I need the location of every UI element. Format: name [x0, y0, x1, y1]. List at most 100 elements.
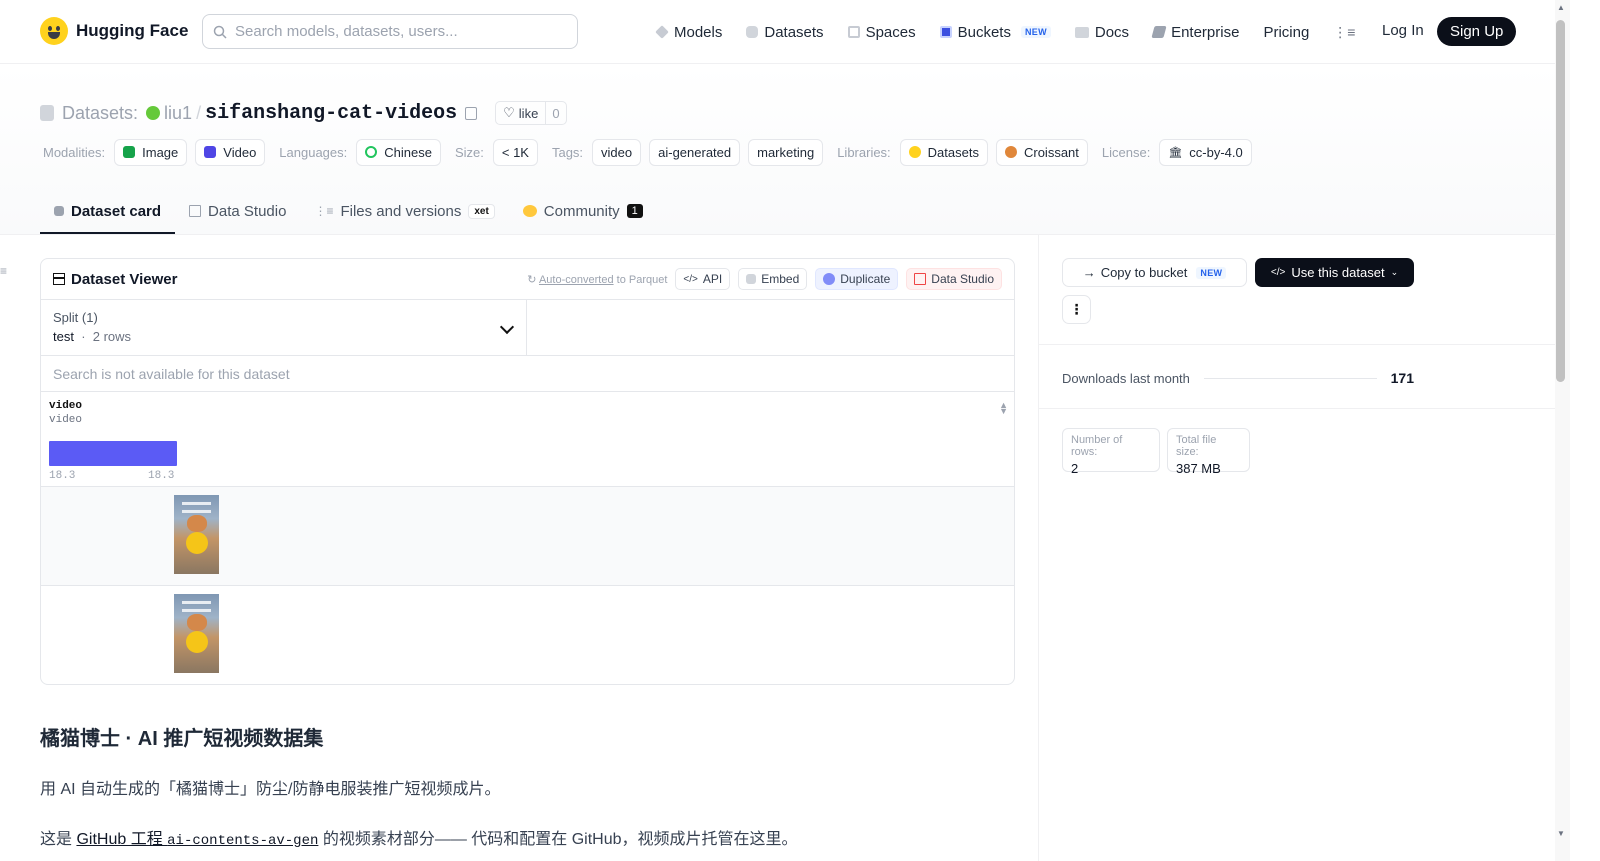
like-button[interactable]: ♡ like 0: [495, 101, 567, 125]
dataset-card-icon: [54, 206, 64, 216]
owner-avatar[interactable]: [146, 106, 161, 120]
split-name: test: [53, 329, 74, 344]
downloads-value: 171: [1390, 370, 1414, 386]
tag-library-croissant[interactable]: Croissant: [995, 138, 1088, 166]
use-this-dataset-button[interactable]: </> Use this dataset ⌄: [1255, 258, 1414, 287]
more-options-button[interactable]: ⋮: [1062, 295, 1091, 324]
new-badge: NEW: [1196, 266, 1227, 279]
login-link[interactable]: Log In: [1382, 22, 1424, 39]
github-project-link[interactable]: GitHub 工程 ai-contents-av-gen: [76, 831, 318, 849]
nav-buckets[interactable]: Buckets NEW: [939, 24, 1051, 41]
model-icon: [655, 25, 669, 39]
search-box[interactable]: [202, 14, 578, 49]
video-thumbnail[interactable]: [174, 594, 219, 673]
scrollbar-thumb[interactable]: [1556, 20, 1565, 382]
column-header-video[interactable]: video video 18.3 18.3 ▲ ▼: [41, 392, 1014, 487]
tag-modality-image[interactable]: Image: [114, 138, 188, 166]
arrow-right-icon: →: [1082, 265, 1096, 280]
repo-owner[interactable]: liu1: [164, 103, 192, 124]
sort-icon[interactable]: ▲ ▼: [999, 401, 1008, 416]
repo-title: Datasets: liu1 / sifanshang-cat-videos ♡…: [40, 100, 567, 126]
tag-license[interactable]: 🏛 cc-by-4.0: [1159, 138, 1252, 166]
column-name: video: [49, 400, 83, 412]
copy-icon[interactable]: [465, 106, 478, 120]
hugging-face-icon: [908, 146, 921, 158]
dataset-viewer: Dataset Viewer ↻ Auto-converted to Parqu…: [40, 258, 1015, 685]
tab-dataset-card[interactable]: Dataset card: [40, 190, 176, 234]
viewer-title: Dataset Viewer: [71, 270, 178, 288]
hugging-face-logo-icon: [40, 17, 68, 45]
scroll-down-icon[interactable]: ▼: [1557, 829, 1565, 838]
nav-enterprise[interactable]: Enterprise: [1151, 24, 1239, 41]
path-separator: /: [196, 102, 202, 123]
new-badge: NEW: [1020, 26, 1051, 38]
video-thumbnail[interactable]: [174, 495, 219, 574]
tag-modality-video[interactable]: Video: [195, 138, 266, 166]
chevron-down-icon: ⌄: [1390, 267, 1399, 277]
spaces-icon: [847, 26, 860, 38]
toc-toggle-icon[interactable]: ≡: [0, 264, 7, 278]
tag-marketing[interactable]: marketing: [748, 138, 824, 166]
top-navbar: Hugging Face Models Datasets Spaces Buck…: [0, 0, 1555, 64]
more-menu-icon[interactable]: ⋮≡: [1333, 24, 1355, 41]
viewer-search-disabled: Search is not available for this dataset: [41, 356, 1014, 392]
copy-to-bucket-button[interactable]: → Copy to bucket NEW: [1062, 258, 1247, 287]
viewer-header: Dataset Viewer ↻ Auto-converted to Parqu…: [41, 259, 1014, 300]
heart-icon: ♡: [503, 105, 515, 120]
card-paragraph: 这是 GitHub 工程 ai-contents-av-gen 的视频素材部分—…: [40, 831, 798, 849]
nav-models[interactable]: Models: [655, 24, 722, 41]
auto-converted-note[interactable]: ↻ Auto-converted to Parquet: [527, 273, 667, 286]
tab-files-and-versions[interactable]: ⋮≡ Files and versions xet: [300, 190, 508, 232]
downloads-sparkline: [1203, 377, 1377, 379]
table-row[interactable]: [41, 487, 1014, 586]
tag-video[interactable]: video: [592, 138, 642, 166]
tag-ai-generated[interactable]: ai-generated: [649, 138, 741, 166]
table-row[interactable]: [41, 586, 1014, 684]
nav-pricing[interactable]: Pricing: [1263, 24, 1309, 41]
api-button[interactable]: </> API: [675, 268, 731, 290]
column-type: video: [49, 414, 83, 426]
main-nav: Models Datasets Spaces Buckets NEW Docs E…: [655, 16, 1383, 48]
card-heading: 橘猫博士 · AI 推广短视频数据集: [40, 728, 324, 750]
tag-language-chinese[interactable]: Chinese: [356, 138, 441, 166]
image-icon: [123, 146, 136, 158]
logo[interactable]: Hugging Face: [40, 17, 188, 45]
license-icon: 🏛: [1168, 146, 1183, 159]
tag-library-datasets[interactable]: Datasets: [899, 138, 988, 166]
search-icon: [213, 25, 227, 39]
sidebar-divider: [1038, 234, 1039, 861]
split-rows: 2 rows: [92, 329, 132, 344]
duplicate-icon: [823, 273, 836, 285]
data-studio-button[interactable]: Data Studio: [906, 268, 1002, 290]
database-icon: [40, 105, 54, 121]
embed-button[interactable]: Embed: [738, 268, 808, 290]
brand-name: Hugging Face: [76, 21, 189, 40]
search-input[interactable]: [235, 23, 555, 40]
header-divider: [0, 234, 1555, 235]
nav-datasets[interactable]: Datasets: [746, 24, 824, 41]
histogram-min: 18.3: [49, 470, 76, 482]
duplicate-button[interactable]: Duplicate: [815, 268, 899, 290]
tab-data-studio[interactable]: Data Studio: [175, 190, 300, 232]
metadata-tags: Modalities: Image Video Languages: Chine…: [43, 138, 1260, 166]
scroll-up-icon[interactable]: ▲: [1557, 3, 1565, 12]
nav-docs[interactable]: Docs: [1074, 24, 1129, 41]
split-selector[interactable]: Split (1) test · 2 rows: [41, 300, 527, 355]
code-icon: </>: [683, 273, 698, 285]
repo-type-label[interactable]: Datasets:: [62, 103, 138, 124]
card-paragraph: 用 AI 自动生成的「橘猫博士」防尘/防静电服装推广短视频成片。: [40, 781, 501, 798]
code-icon: </>: [1270, 267, 1286, 278]
tab-community[interactable]: Community 1: [509, 190, 657, 232]
repo-name[interactable]: sifanshang-cat-videos: [205, 102, 457, 125]
tag-size[interactable]: < 1K: [492, 138, 538, 166]
book-icon: [1074, 26, 1089, 38]
like-count: 0: [545, 102, 565, 124]
embed-icon: [746, 274, 757, 284]
video-icon: [204, 146, 217, 158]
rows-stat: Number of rows: 2: [1062, 428, 1160, 476]
histogram-bar[interactable]: [49, 441, 177, 466]
croissant-icon: [1004, 146, 1017, 158]
split-selector-row: Split (1) test · 2 rows: [41, 300, 1014, 356]
nav-spaces[interactable]: Spaces: [847, 24, 916, 41]
signup-button[interactable]: Sign Up: [1437, 17, 1517, 46]
